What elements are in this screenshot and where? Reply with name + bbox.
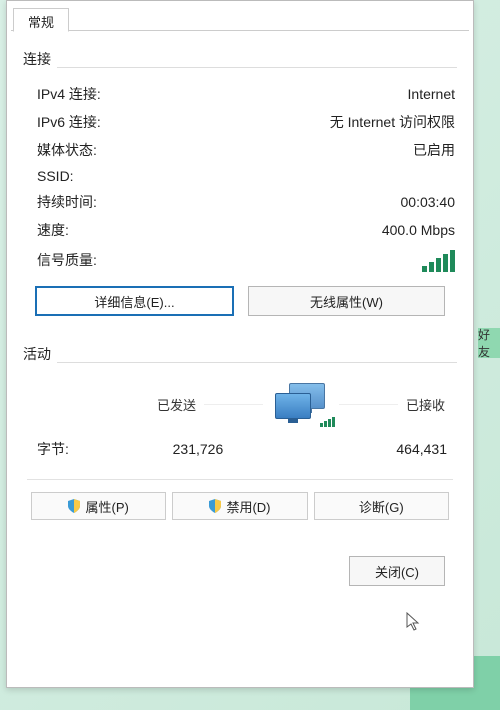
sent-label: 已发送 [157,395,196,414]
ssid-label: SSID: [37,168,74,184]
shield-icon [209,499,221,513]
row-speed: 速度: 400.0 Mbps [23,216,457,244]
diagnose-button[interactable]: 诊断(G) [314,492,449,520]
background-snippet: 好友 [478,328,500,358]
network-activity-icon [271,383,331,425]
properties-button[interactable]: 属性(P) [31,492,166,520]
ipv4-value: Internet [408,86,455,102]
speed-label: 速度: [37,220,69,240]
action-row: 属性(P) 禁用(D) 诊断(G) [23,486,457,526]
ipv4-label: IPv4 连接: [37,84,101,104]
footer-row: 关闭(C) [23,536,457,596]
row-ipv4: IPv4 连接: Internet [23,80,457,108]
divider [27,479,453,480]
disable-button[interactable]: 禁用(D) [172,492,307,520]
duration-label: 持续时间: [37,192,97,212]
bytes-row: 字节: 231,726 464,431 [23,427,457,473]
row-signal: 信号质量: [23,244,457,276]
connection-frame: IPv4 连接: Internet IPv6 连接: 无 Internet 访问… [23,67,457,326]
speed-value: 400.0 Mbps [382,222,455,238]
tab-body: 连接 IPv4 连接: Internet IPv6 连接: 无 Internet… [7,31,473,604]
tab-general[interactable]: 常规 [13,8,69,32]
close-button[interactable]: 关闭(C) [349,556,445,586]
activity-group: 活动 已发送 已接收 [23,336,457,526]
ipv6-label: IPv6 连接: [37,112,101,132]
disable-button-label: 禁用(D) [226,497,270,516]
duration-value: 00:03:40 [401,194,456,210]
tab-general-label: 常规 [28,15,54,30]
media-value: 已启用 [413,140,455,160]
bytes-sent-value: 231,726 [138,441,258,457]
wireless-properties-button-label: 无线属性(W) [310,292,383,311]
wireless-properties-button[interactable]: 无线属性(W) [248,286,445,316]
close-button-label: 关闭(C) [375,562,419,581]
tab-strip: 常规 [11,5,469,31]
row-duration: 持续时间: 00:03:40 [23,188,457,216]
signal-value [422,248,455,272]
connection-group: 连接 IPv4 连接: Internet IPv6 连接: 无 Internet… [23,41,457,326]
activity-header: 已发送 已接收 [23,375,457,427]
details-button-label: 详细信息(E)... [94,292,174,311]
activity-group-label: 活动 [23,344,57,364]
row-ssid: SSID: [23,164,457,188]
details-button[interactable]: 详细信息(E)... [35,286,234,316]
properties-button-label: 属性(P) [85,497,128,516]
signal-label: 信号质量: [37,250,97,270]
bytes-label: 字节: [37,439,69,459]
ipv6-value: 无 Internet 访问权限 [330,112,455,132]
wifi-status-dialog: 常规 连接 IPv4 连接: Internet IPv6 连接: 无 Inter… [6,0,474,688]
shield-icon [68,499,80,513]
connection-buttons: 详细信息(E)... 无线属性(W) [23,276,457,326]
media-label: 媒体状态: [37,140,97,160]
row-media: 媒体状态: 已启用 [23,136,457,164]
signal-bars-icon [422,248,455,272]
recv-label: 已接收 [406,395,445,414]
activity-frame: 已发送 已接收 字节: 231,726 [23,362,457,526]
connection-group-label: 连接 [23,49,57,69]
row-ipv6: IPv6 连接: 无 Internet 访问权限 [23,108,457,136]
bytes-recv-value: 464,431 [327,441,447,457]
diagnose-button-label: 诊断(G) [359,497,404,516]
